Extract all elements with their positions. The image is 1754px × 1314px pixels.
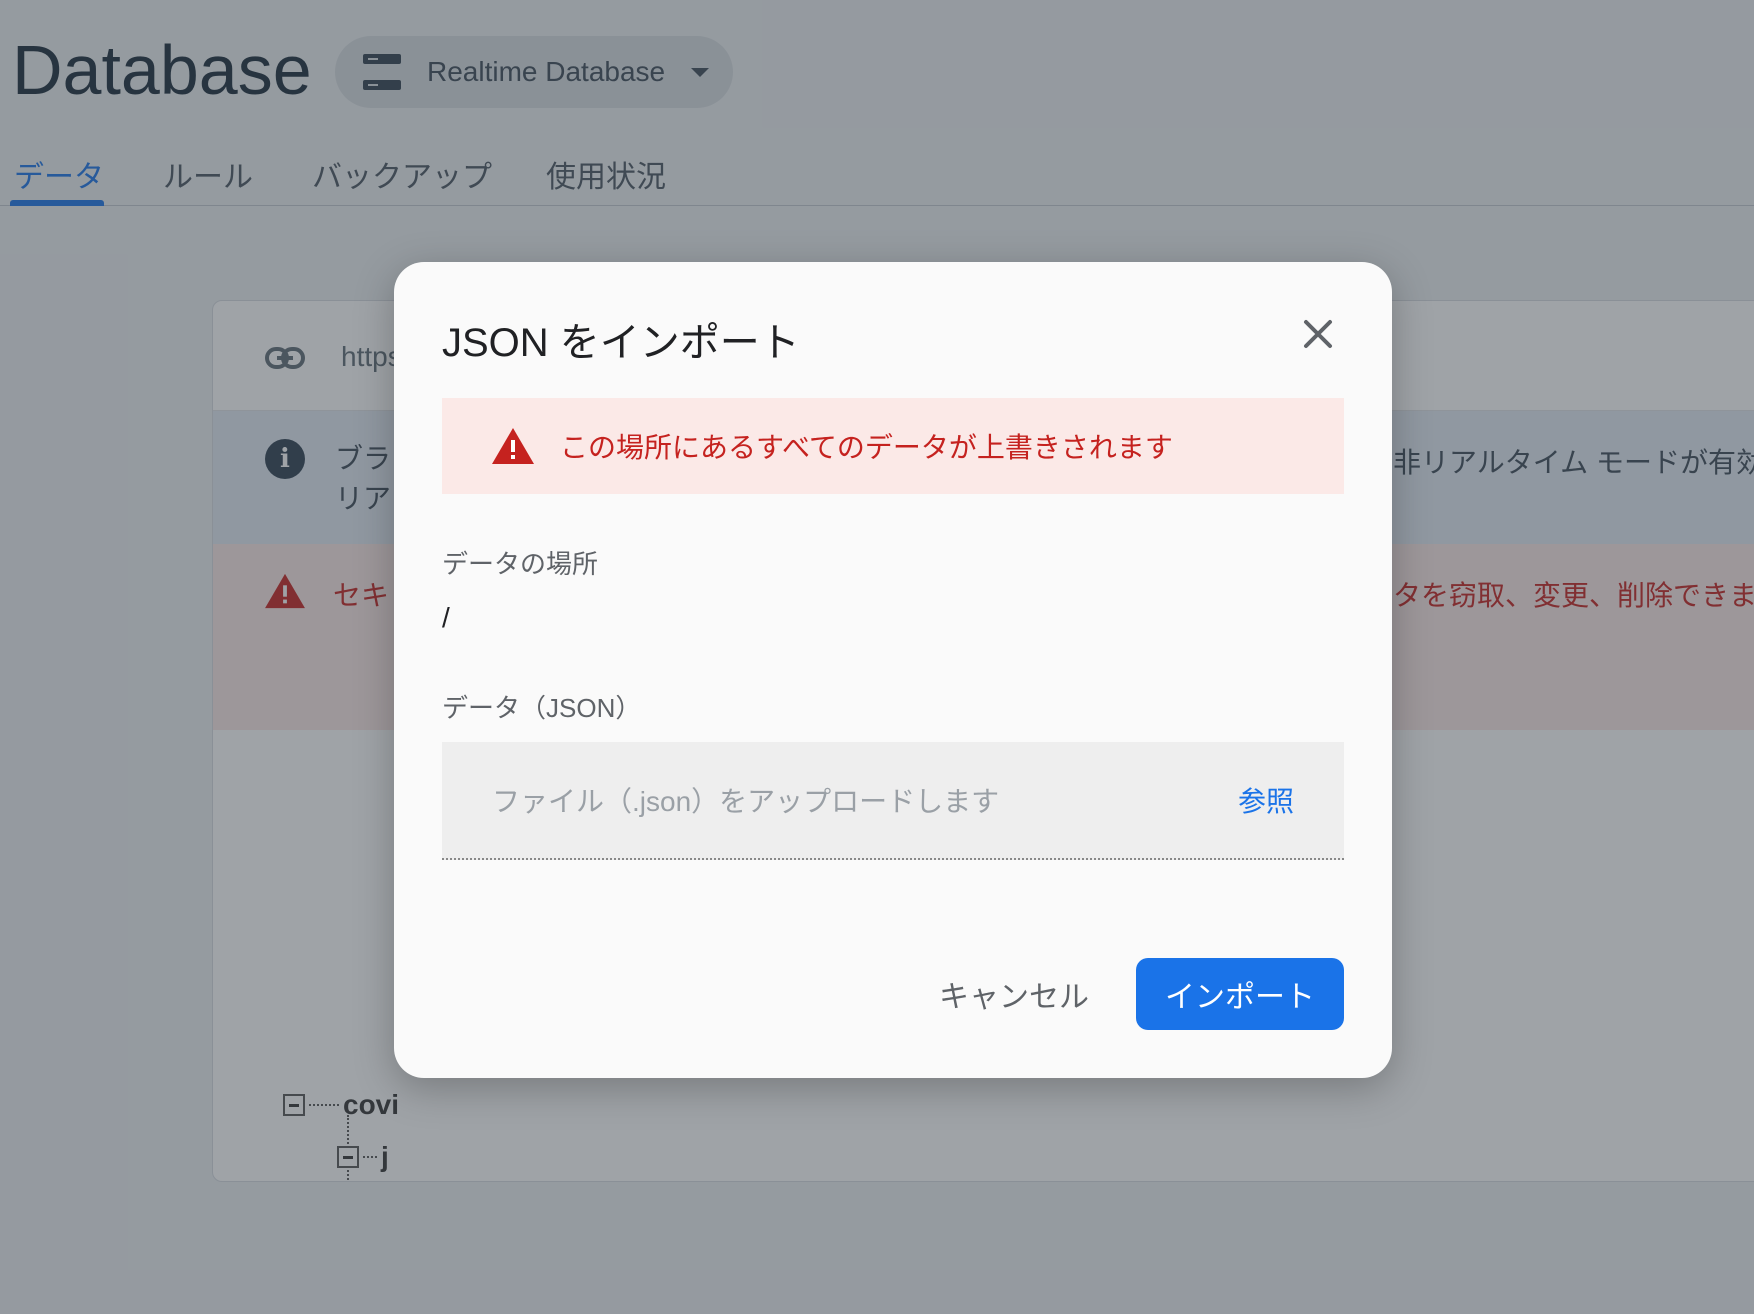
cancel-button[interactable]: キャンセル — [934, 958, 1094, 1030]
warning-icon — [492, 428, 534, 464]
data-location-value: / — [442, 602, 450, 633]
browse-button[interactable]: 参照 — [1238, 780, 1294, 820]
data-location-label: データの場所 — [442, 549, 599, 579]
file-upload-placeholder: ファイル（.json）をアップロードします — [492, 786, 1000, 817]
overwrite-warning-text: この場所にあるすべてのデータが上書きされます — [560, 432, 1173, 463]
import-json-dialog: JSON をインポート この場所にあるすべてのデータが上書きされます データの場… — [394, 262, 1392, 1078]
overwrite-warning: この場所にあるすべてのデータが上書きされます — [442, 398, 1344, 494]
import-button[interactable]: インポート — [1136, 958, 1344, 1030]
json-data-label: データ（JSON） — [442, 693, 642, 723]
file-upload-field[interactable]: ファイル（.json）をアップロードします 参照 — [442, 742, 1344, 860]
page: Database Realtime Database データ ルール バックアッ… — [0, 0, 1754, 1314]
close-icon[interactable] — [1298, 314, 1338, 354]
dialog-title: JSON をインポート — [442, 321, 800, 365]
